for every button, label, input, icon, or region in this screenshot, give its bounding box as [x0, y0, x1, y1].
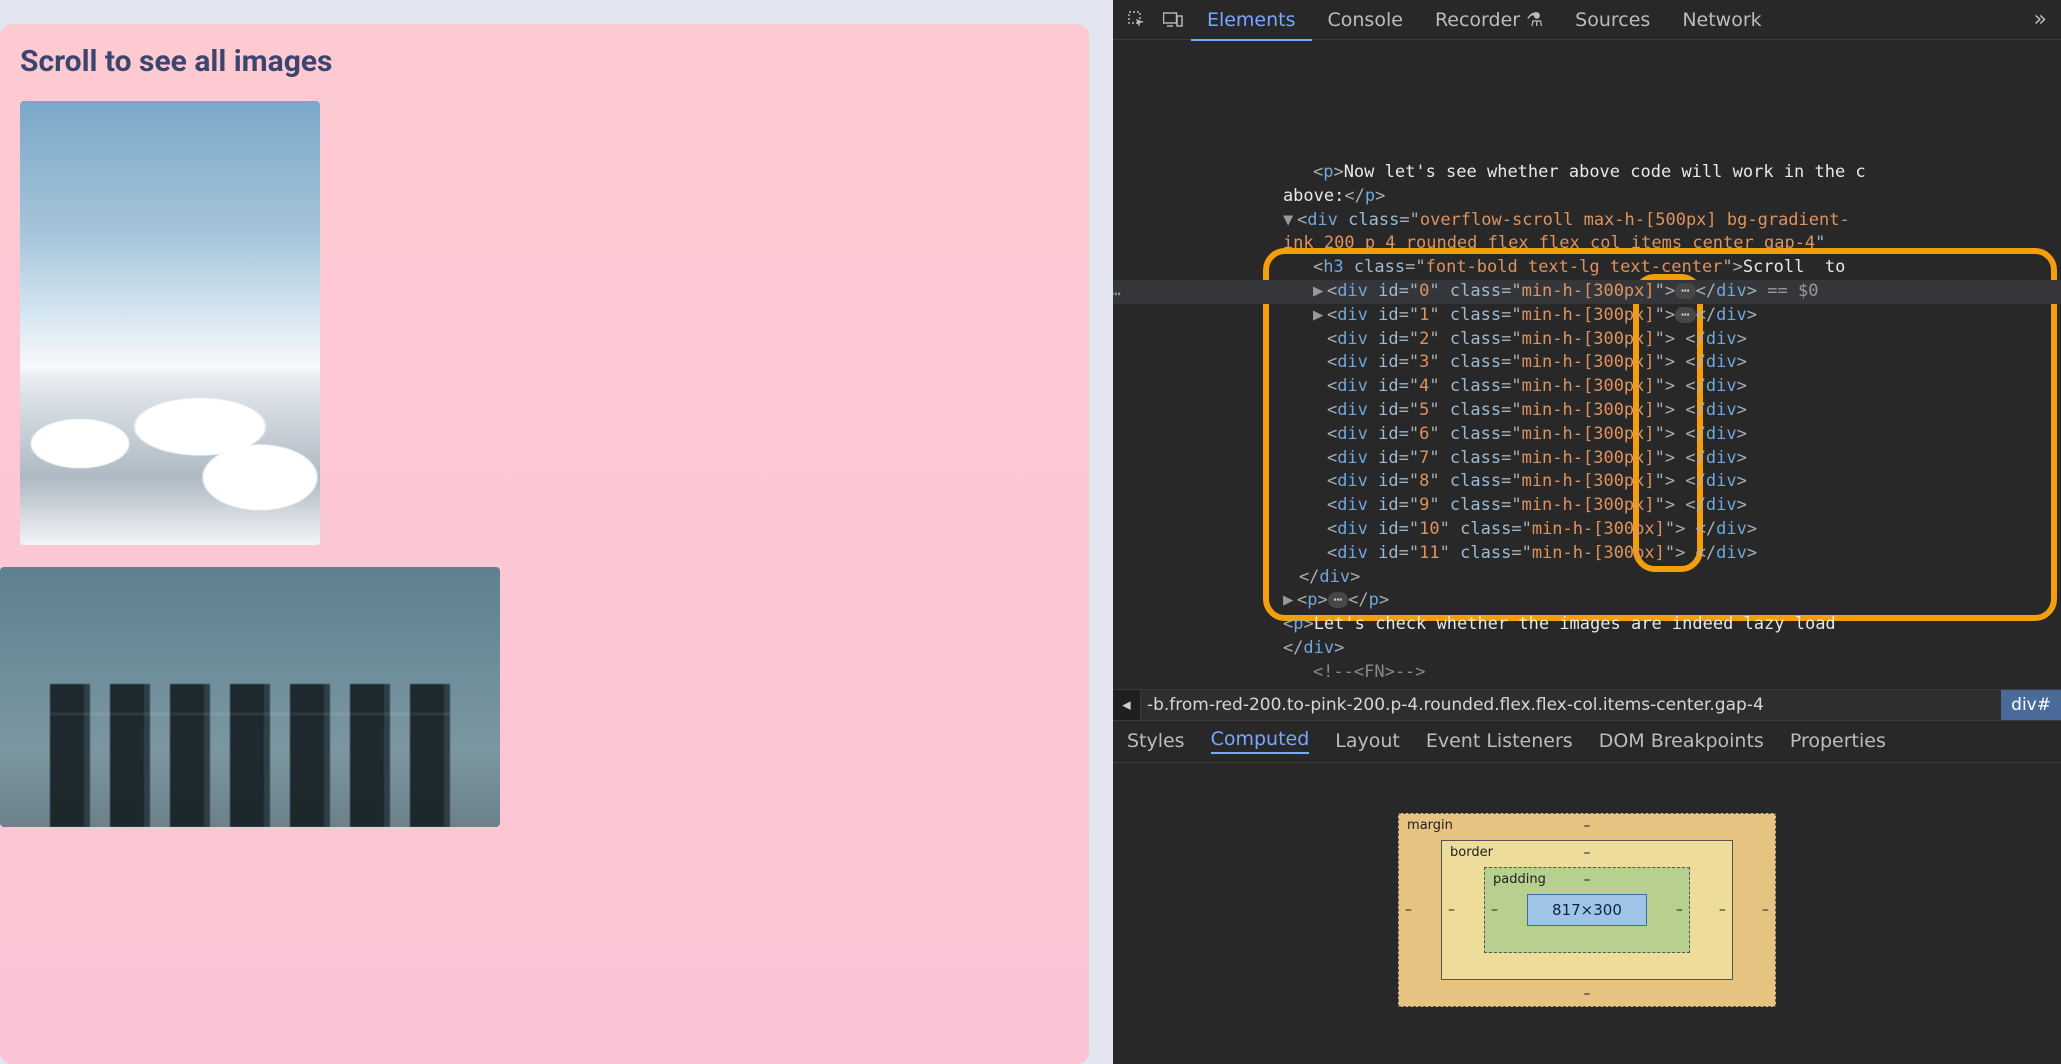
device-toolbar-icon[interactable]: [1159, 6, 1187, 34]
box-model-content: 817×300: [1527, 894, 1647, 926]
devtools-tabstrip: ElementsConsoleRecorder ⚗SourcesNetwork …: [1113, 0, 2061, 40]
devtools-tab-elements[interactable]: Elements: [1191, 1, 1312, 41]
bm-dash: –: [1583, 845, 1590, 861]
scroll-heading: Scroll to see all images: [20, 44, 1069, 79]
devtools-tab-sources[interactable]: Sources: [1559, 1, 1666, 39]
dom-line[interactable]: <p>Now let's see whether above code will…: [1113, 161, 2061, 185]
bm-dash: –: [1583, 986, 1590, 1002]
bm-dash: –: [1583, 818, 1590, 834]
devtools-tab-recorder-[interactable]: Recorder ⚗: [1419, 1, 1559, 39]
bm-dash: –: [1719, 902, 1726, 918]
devtools-tab-network[interactable]: Network: [1666, 1, 1777, 39]
styles-tabstrip: Styles Computed Layout Event Listeners DOM B…: [1113, 721, 2061, 763]
dom-node-div-1[interactable]: ▶<div id="1" class="min-h-[300px]">⋯</di…: [1113, 304, 2061, 328]
elements-breadcrumb[interactable]: ◂ -b.from-red-200.to-pink-200.p-4.rounde…: [1113, 689, 2061, 721]
styles-tab-styles[interactable]: Styles: [1127, 730, 1185, 752]
more-tabs-icon[interactable]: »: [2020, 7, 2061, 32]
dom-node-div-0[interactable]: ▶<div id="0" class="min-h-[300px]">⋯</di…: [1113, 280, 2061, 304]
bm-dash: –: [1491, 902, 1498, 918]
dom-node-div-9[interactable]: <div id="9" class="min-h-[300px]"> </div…: [1113, 494, 2061, 518]
breadcrumb-back-icon[interactable]: ◂: [1113, 690, 1141, 720]
styles-tab-properties[interactable]: Properties: [1790, 730, 1886, 752]
box-model-diagram[interactable]: margin – – – – border – – – padding – – …: [1398, 813, 1776, 1007]
dom-node-div-6[interactable]: <div id="6" class="min-h-[300px]"> </div…: [1113, 423, 2061, 447]
styles-tab-layout[interactable]: Layout: [1335, 730, 1400, 752]
dom-line[interactable]: </div>: [1113, 566, 2061, 590]
dom-node-div-2[interactable]: <div id="2" class="min-h-[300px]"> </div…: [1113, 328, 2061, 352]
dom-node-div-10[interactable]: <div id="10" class="min-h-[300px]"> </di…: [1113, 518, 2061, 542]
styles-tab-computed[interactable]: Computed: [1211, 728, 1310, 754]
box-model-padding-label: padding: [1493, 872, 1546, 887]
devtools-panel: ElementsConsoleRecorder ⚗SourcesNetwork …: [1113, 0, 2061, 1064]
dom-line[interactable]: <p>Let's check whether the images are in…: [1113, 613, 2061, 637]
dom-node-div-7[interactable]: <div id="7" class="min-h-[300px]"> </div…: [1113, 447, 2061, 471]
devtools-tab-console[interactable]: Console: [1312, 1, 1419, 39]
box-model-margin-label: margin: [1407, 818, 1453, 833]
breadcrumb-selected[interactable]: div#: [2001, 690, 2061, 720]
dom-line[interactable]: <!--<FN>-->: [1113, 661, 2061, 685]
breadcrumb-path[interactable]: -b.from-red-200.to-pink-200.p-4.rounded.…: [1141, 695, 2001, 715]
dom-node-div-3[interactable]: <div id="3" class="min-h-[300px]"> </div…: [1113, 351, 2061, 375]
scroll-container[interactable]: Scroll to see all images: [0, 24, 1089, 1064]
inspect-element-icon[interactable]: [1123, 6, 1151, 34]
bm-dash: –: [1676, 902, 1683, 918]
dom-node-div-11[interactable]: <div id="11" class="min-h-[300px]"> </di…: [1113, 542, 2061, 566]
styles-tab-dom-breakpoints[interactable]: DOM Breakpoints: [1599, 730, 1764, 752]
bm-dash: –: [1583, 872, 1590, 888]
dom-line[interactable]: <h3 class="font-bold text-lg text-center…: [1113, 256, 2061, 280]
dom-line[interactable]: ink 200 p 4 rounded flex flex col items …: [1113, 232, 2061, 256]
bm-dash: –: [1405, 902, 1412, 918]
computed-panel: margin – – – – border – – – padding – – …: [1113, 763, 2061, 1064]
page-preview: Scroll to see all images: [0, 0, 1113, 1064]
dom-line[interactable]: </div>: [1113, 637, 2061, 661]
image-1: [0, 567, 500, 827]
bm-dash: –: [1448, 902, 1455, 918]
dom-line[interactable]: ▼<div class="overflow-scroll max-h-[500p…: [1113, 209, 2061, 233]
dom-node-div-4[interactable]: <div id="4" class="min-h-[300px]"> </div…: [1113, 375, 2061, 399]
styles-tab-event-listeners[interactable]: Event Listeners: [1426, 730, 1573, 752]
box-model-border-label: border: [1450, 845, 1493, 860]
dom-node-div-5[interactable]: <div id="5" class="min-h-[300px]"> </div…: [1113, 399, 2061, 423]
dom-line[interactable]: above:</p>: [1113, 185, 2061, 209]
elements-dom-tree[interactable]: <p>Now let's see whether above code will…: [1113, 40, 2061, 689]
dom-node-div-8[interactable]: <div id="8" class="min-h-[300px]"> </div…: [1113, 470, 2061, 494]
bm-dash: –: [1762, 902, 1769, 918]
dom-line[interactable]: ▶<p>⋯</p>: [1113, 589, 2061, 613]
image-0: [20, 101, 320, 545]
